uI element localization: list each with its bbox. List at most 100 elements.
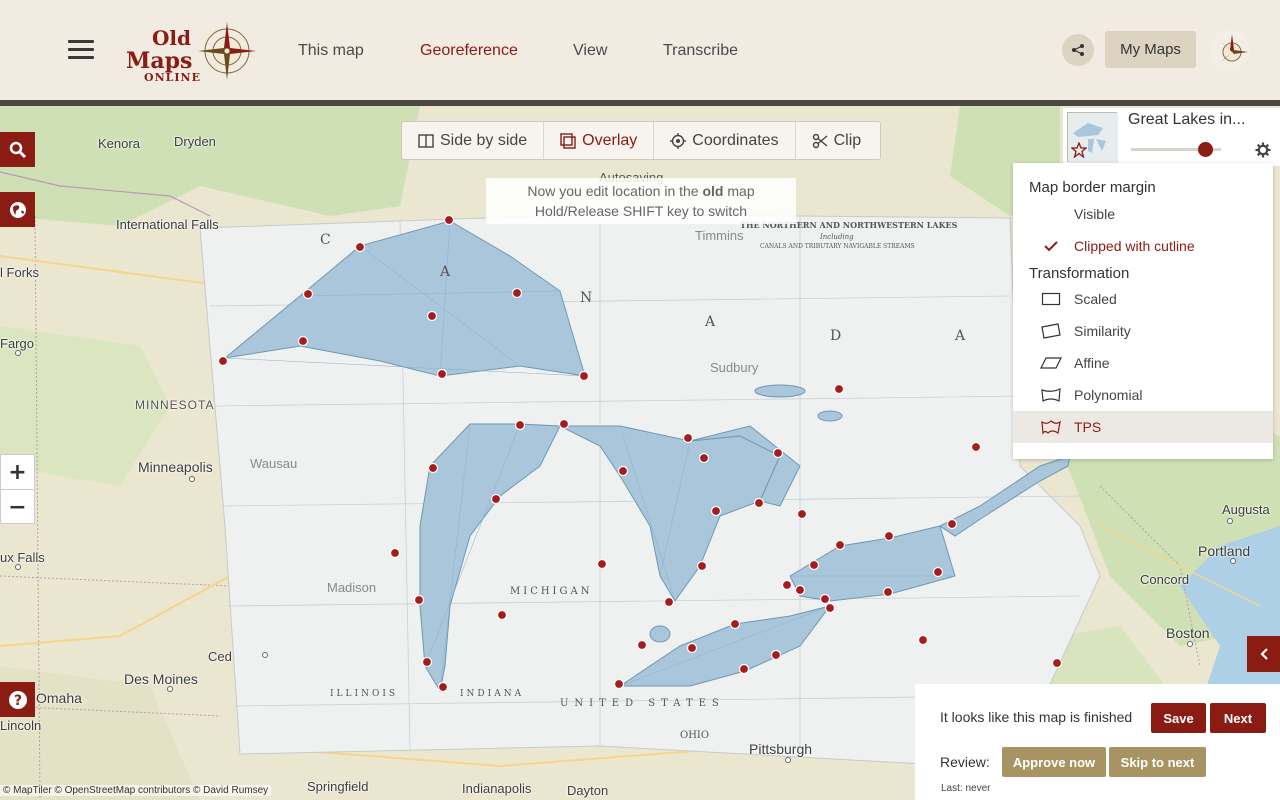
nav-transcribe[interactable]: Transcribe	[663, 42, 738, 60]
finish-panel: It looks like this map is finished Save …	[915, 684, 1280, 800]
svg-text:ILLINOIS: ILLINOIS	[330, 689, 398, 699]
share-icon	[1072, 44, 1084, 56]
city-marker	[15, 350, 21, 356]
check-icon	[1044, 241, 1058, 252]
transform-option-tps[interactable]: TPS	[1013, 411, 1273, 443]
overlay-icon	[560, 132, 576, 149]
svg-text:MICHIGAN: MICHIGAN	[510, 586, 592, 597]
svg-text:INDIANA: INDIANA	[460, 689, 524, 699]
crosshair-icon	[670, 132, 687, 149]
coordinates-label: Coordinates	[692, 131, 779, 149]
tps-shape-icon	[1041, 420, 1061, 435]
header: Old Maps ONLINE This map Georeference Vi…	[0, 0, 1280, 100]
scissors-icon	[812, 133, 828, 148]
scaled-shape-icon	[1041, 292, 1061, 306]
city-marker	[1227, 518, 1233, 524]
avatar[interactable]	[1210, 30, 1250, 70]
city-marker	[15, 564, 21, 570]
map-card-title: Great Lakes in...	[1128, 111, 1246, 128]
border-option-clipped[interactable]: Clipped with cutline	[1013, 230, 1273, 262]
logo[interactable]: Old Maps ONLINE	[122, 14, 272, 88]
skip-to-next-button[interactable]: Skip to next	[1109, 747, 1206, 777]
overlay-button[interactable]: Overlay	[544, 122, 655, 159]
place-cedar-rapids: Ced	[208, 649, 232, 664]
logo-maps: Maps	[126, 48, 193, 74]
place-indianapolis: Indianapolis	[462, 781, 532, 796]
nav-view[interactable]: View	[573, 42, 607, 60]
search-icon	[9, 141, 26, 158]
my-maps-button[interactable]: My Maps	[1105, 31, 1196, 68]
place-boston: Boston	[1166, 625, 1210, 641]
search-button[interactable]	[0, 132, 35, 167]
edit-notice: Now you edit location in the old map Hol…	[486, 178, 796, 224]
logo-old: Old	[152, 26, 192, 50]
overlay-label: Overlay	[582, 131, 638, 149]
svg-text:Wausau: Wausau	[250, 456, 297, 471]
opacity-slider-handle[interactable]	[1198, 142, 1213, 157]
transformation-heading: Transformation	[1029, 265, 1130, 282]
place-international-falls: International Falls	[116, 217, 219, 232]
border-option-visible[interactable]: Visible	[1013, 198, 1273, 230]
polynomial-shape-icon	[1041, 388, 1061, 402]
place-minnesota: MINNESOTA	[135, 398, 215, 412]
place-kenora: Kenora	[98, 136, 140, 151]
nav-this-map[interactable]: This map	[298, 42, 364, 60]
collapse-panel-button[interactable]	[1247, 636, 1280, 672]
avatar-compass-icon	[1218, 34, 1248, 64]
place-lincoln: Lincoln	[0, 718, 42, 733]
city-marker	[1230, 558, 1236, 564]
place-springfield: Springfield	[307, 779, 369, 794]
svg-text:A: A	[439, 264, 451, 280]
transform-option-similarity[interactable]: Similarity	[1013, 315, 1273, 347]
transform-option-affine[interactable]: Affine	[1013, 347, 1273, 379]
svg-text:Timmins: Timmins	[695, 228, 744, 243]
svg-text:?: ?	[13, 693, 21, 709]
place-minneapolis: Minneapolis	[138, 459, 213, 475]
place-dryden: Dryden	[174, 134, 216, 149]
star-icon[interactable]	[1071, 142, 1087, 158]
svg-text:UNITED STATES: UNITED STATES	[560, 698, 725, 709]
city-marker	[785, 757, 791, 763]
share-button[interactable]	[1062, 34, 1094, 66]
logo-online: ONLINE	[144, 71, 201, 84]
help-button[interactable]: ?	[0, 682, 35, 717]
transform-option-scaled[interactable]: Scaled	[1013, 283, 1273, 315]
clip-button[interactable]: Clip	[796, 122, 878, 159]
svg-text:OHIO: OHIO	[680, 730, 709, 741]
approve-now-button[interactable]: Approve now	[1002, 747, 1106, 777]
zoom-out-button[interactable]: −	[1, 490, 34, 525]
transform-option-polynomial[interactable]: Polynomial	[1013, 379, 1273, 411]
svg-text:Including: Including	[819, 233, 854, 241]
notice-line-2: Hold/Release SHIFT key to switch	[534, 203, 748, 219]
svg-text:A: A	[704, 314, 716, 330]
place-dayton: Dayton	[567, 783, 609, 798]
side-by-side-button[interactable]: Side by side	[402, 122, 545, 159]
svg-text:N: N	[580, 290, 592, 306]
similarity-shape-icon	[1041, 323, 1061, 339]
place-des-moines: Des Moines	[124, 671, 198, 687]
chevron-left-icon	[1259, 648, 1268, 660]
clip-label: Clip	[833, 131, 862, 149]
affine-shape-icon	[1040, 357, 1062, 369]
zoom-in-button[interactable]: +	[1, 455, 34, 490]
notice-line-1: Now you edit location in the old map	[527, 183, 755, 199]
split-view-icon	[418, 133, 434, 148]
place-grand-forks: l Forks	[0, 265, 39, 280]
map-card: Great Lakes in...	[1063, 108, 1280, 166]
map-attribution: © MapTiler © OpenStreetMap contributors …	[0, 785, 272, 796]
menu-icon[interactable]	[68, 40, 94, 60]
globe-icon	[9, 201, 26, 218]
coordinates-button[interactable]: Coordinates	[654, 122, 796, 159]
nav-georeference[interactable]: Georeference	[420, 42, 518, 60]
review-label: Review:	[940, 754, 990, 770]
globe-button[interactable]	[0, 192, 35, 227]
svg-text:D: D	[830, 328, 841, 344]
gear-icon[interactable]	[1255, 142, 1271, 158]
save-button[interactable]: Save	[1151, 703, 1206, 733]
zoom-control: + −	[0, 454, 35, 524]
svg-text:Madison: Madison	[327, 580, 376, 595]
next-button[interactable]: Next	[1210, 703, 1266, 733]
view-mode-toolbar: Side by side Overlay Coordinates Clip	[401, 121, 881, 160]
compass-rose-icon	[198, 22, 256, 80]
svg-text:A: A	[954, 328, 966, 344]
